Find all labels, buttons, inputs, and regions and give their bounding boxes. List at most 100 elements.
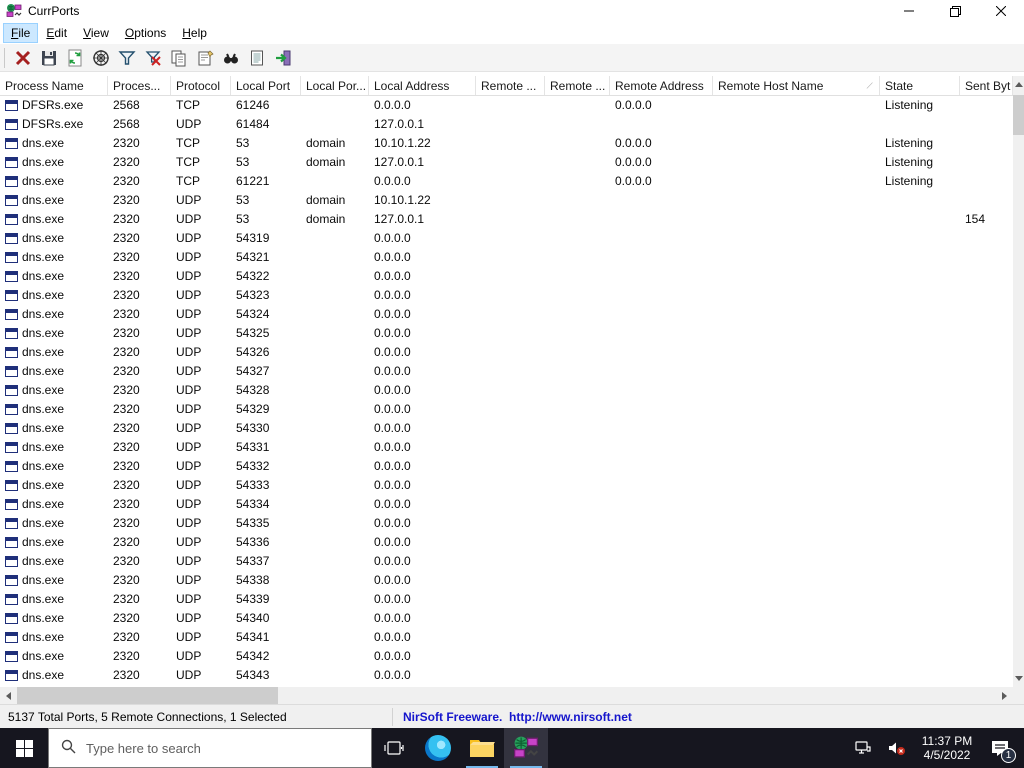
column-header[interactable]: Protocol <box>171 76 231 95</box>
scroll-up-arrow[interactable] <box>1013 76 1024 93</box>
table-row[interactable]: DFSRs.exe 2568 TCP 61246 0.0.0.0 0.0.0.0 Liste… <box>0 96 1013 115</box>
table-row[interactable]: dns.exe 2320 UDP 54332 0.0.0.0 <box>0 457 1013 476</box>
table-row[interactable]: dns.exe 2320 UDP 54335 0.0.0.0 <box>0 514 1013 533</box>
table-row[interactable]: dns.exe 2320 UDP 54325 0.0.0.0 <box>0 324 1013 343</box>
file-explorer-icon[interactable] <box>460 728 504 768</box>
table-row[interactable]: dns.exe 2320 UDP 54330 0.0.0.0 <box>0 419 1013 438</box>
table-row[interactable]: dns.exe 2320 UDP 54342 0.0.0.0 <box>0 647 1013 666</box>
table-row[interactable]: dns.exe 2320 UDP 54331 0.0.0.0 <box>0 438 1013 457</box>
currports-taskbar-icon[interactable] <box>504 728 548 768</box>
search-input[interactable] <box>86 740 336 756</box>
menu-file[interactable]: File <box>2 23 39 43</box>
horizontal-scroll-thumb[interactable] <box>17 687 278 704</box>
refresh-button[interactable] <box>62 46 88 70</box>
table-row[interactable]: dns.exe 2320 UDP 54326 0.0.0.0 <box>0 343 1013 362</box>
table-row[interactable]: dns.exe 2320 UDP 54336 0.0.0.0 <box>0 533 1013 552</box>
table-cell: 61484 <box>236 117 270 131</box>
column-header[interactable]: State <box>880 76 960 95</box>
table-row[interactable]: dns.exe 2320 UDP 54339 0.0.0.0 <box>0 590 1013 609</box>
exit-button[interactable] <box>270 46 296 70</box>
clear-filter-button[interactable] <box>140 46 166 70</box>
save-button[interactable] <box>36 46 62 70</box>
column-header-label: Local Address <box>374 78 450 93</box>
table-row[interactable]: dns.exe 2320 UDP 54329 0.0.0.0 <box>0 400 1013 419</box>
copy-button[interactable] <box>166 46 192 70</box>
table-row[interactable]: dns.exe 2320 UDP 54340 0.0.0.0 <box>0 609 1013 628</box>
vertical-scrollbar[interactable] <box>1013 76 1024 687</box>
edge-icon[interactable] <box>416 728 460 768</box>
filter-button[interactable] <box>114 46 140 70</box>
menu-view[interactable]: View <box>76 24 116 42</box>
report-button[interactable] <box>244 46 270 70</box>
table-row[interactable]: dns.exe 2320 UDP 54321 0.0.0.0 <box>0 248 1013 267</box>
table-cell <box>610 552 713 571</box>
column-header[interactable]: Local Por... <box>301 76 369 95</box>
window-title: CurrPorts <box>28 4 80 18</box>
column-header[interactable]: Local Port <box>231 76 301 95</box>
table-cell: dns.exe <box>0 286 108 305</box>
table-row[interactable]: dns.exe 2320 UDP 53 domain 127.0.0.1 154 <box>0 210 1013 229</box>
table-row[interactable]: dns.exe 2320 UDP 54333 0.0.0.0 <box>0 476 1013 495</box>
properties-button[interactable] <box>192 46 218 70</box>
table-cell: 0.0.0.0 <box>374 250 411 264</box>
table-row[interactable]: dns.exe 2320 UDP 54324 0.0.0.0 <box>0 305 1013 324</box>
column-header[interactable]: Remote Host Name ⁄ <box>713 76 880 95</box>
table-row[interactable]: dns.exe 2320 TCP 61221 0.0.0.0 0.0.0.0 Listeni… <box>0 172 1013 191</box>
start-button[interactable] <box>0 728 48 768</box>
resolve-addresses-button[interactable] <box>88 46 114 70</box>
table-cell <box>476 134 545 153</box>
vertical-scroll-thumb[interactable] <box>1013 95 1024 135</box>
table-cell: 53 <box>236 155 250 169</box>
table-row[interactable]: dns.exe 2320 UDP 54334 0.0.0.0 <box>0 495 1013 514</box>
horizontal-scrollbar[interactable] <box>0 687 1013 704</box>
restore-button[interactable] <box>932 0 978 22</box>
table-cell <box>960 419 1013 438</box>
nirsoft-link[interactable]: NirSoft Freeware. http://www.nirsoft.net <box>393 710 632 724</box>
column-header[interactable]: Proces... <box>108 76 171 95</box>
table-row[interactable]: dns.exe 2320 UDP 54341 0.0.0.0 <box>0 628 1013 647</box>
vertical-scroll-track[interactable] <box>1013 93 1024 670</box>
table-row[interactable]: dns.exe 2320 UDP 54337 0.0.0.0 <box>0 552 1013 571</box>
network-icon[interactable] <box>848 728 878 768</box>
table-cell <box>960 134 1013 153</box>
scroll-left-arrow[interactable] <box>0 687 17 704</box>
table-row[interactable]: dns.exe 2320 UDP 54319 0.0.0.0 <box>0 229 1013 248</box>
find-button[interactable] <box>218 46 244 70</box>
close-button[interactable] <box>978 0 1024 22</box>
table-row[interactable]: DFSRs.exe 2568 UDP 61484 127.0.0.1 <box>0 115 1013 134</box>
table-row[interactable]: dns.exe 2320 UDP 54322 0.0.0.0 <box>0 267 1013 286</box>
menu-edit[interactable]: Edit <box>39 24 74 42</box>
table-cell: 54342 <box>236 649 270 663</box>
table-cell <box>713 305 880 324</box>
menu-options[interactable]: Options <box>118 24 173 42</box>
table-row[interactable]: dns.exe 2320 UDP 54343 0.0.0.0 <box>0 666 1013 685</box>
taskbar-search[interactable] <box>48 728 372 768</box>
action-center-icon[interactable]: 1 <box>982 728 1018 768</box>
column-header[interactable]: Sent Byt <box>960 76 1013 95</box>
menu-help[interactable]: Help <box>175 24 214 42</box>
table-row[interactable]: dns.exe 2320 TCP 53 domain 127.0.0.1 0.0.0.0 Li… <box>0 153 1013 172</box>
table-row[interactable]: dns.exe 2320 UDP 54327 0.0.0.0 <box>0 362 1013 381</box>
table-row[interactable]: dns.exe 2320 UDP 53 domain 10.10.1.22 <box>0 191 1013 210</box>
minimize-button[interactable] <box>886 0 932 22</box>
table-cell: UDP <box>176 535 202 549</box>
scroll-right-arrow[interactable] <box>996 687 1013 704</box>
horizontal-scroll-track[interactable] <box>17 687 996 704</box>
table-row[interactable]: dns.exe 2320 UDP 54328 0.0.0.0 <box>0 381 1013 400</box>
table-cell: 0.0.0.0 <box>615 136 652 150</box>
table-cell <box>713 210 880 229</box>
column-header[interactable]: Remote ... <box>545 76 610 95</box>
table-row[interactable]: dns.exe 2320 UDP 54338 0.0.0.0 <box>0 571 1013 590</box>
column-header[interactable]: Remote ... <box>476 76 545 95</box>
task-view-button[interactable] <box>372 728 416 768</box>
volume-muted-icon[interactable] <box>882 728 912 768</box>
column-header[interactable]: Local Address <box>369 76 476 95</box>
taskbar-clock[interactable]: 11:37 PM 4/5/2022 <box>916 734 978 762</box>
scroll-down-arrow[interactable] <box>1013 670 1024 687</box>
delete-button[interactable] <box>10 46 36 70</box>
table-cell <box>545 229 610 248</box>
table-row[interactable]: dns.exe 2320 UDP 54323 0.0.0.0 <box>0 286 1013 305</box>
table-row[interactable]: dns.exe 2320 TCP 53 domain 10.10.1.22 0.0.0.0 L… <box>0 134 1013 153</box>
column-header[interactable]: Remote Address <box>610 76 713 95</box>
column-header[interactable]: Process Name <box>0 76 108 95</box>
